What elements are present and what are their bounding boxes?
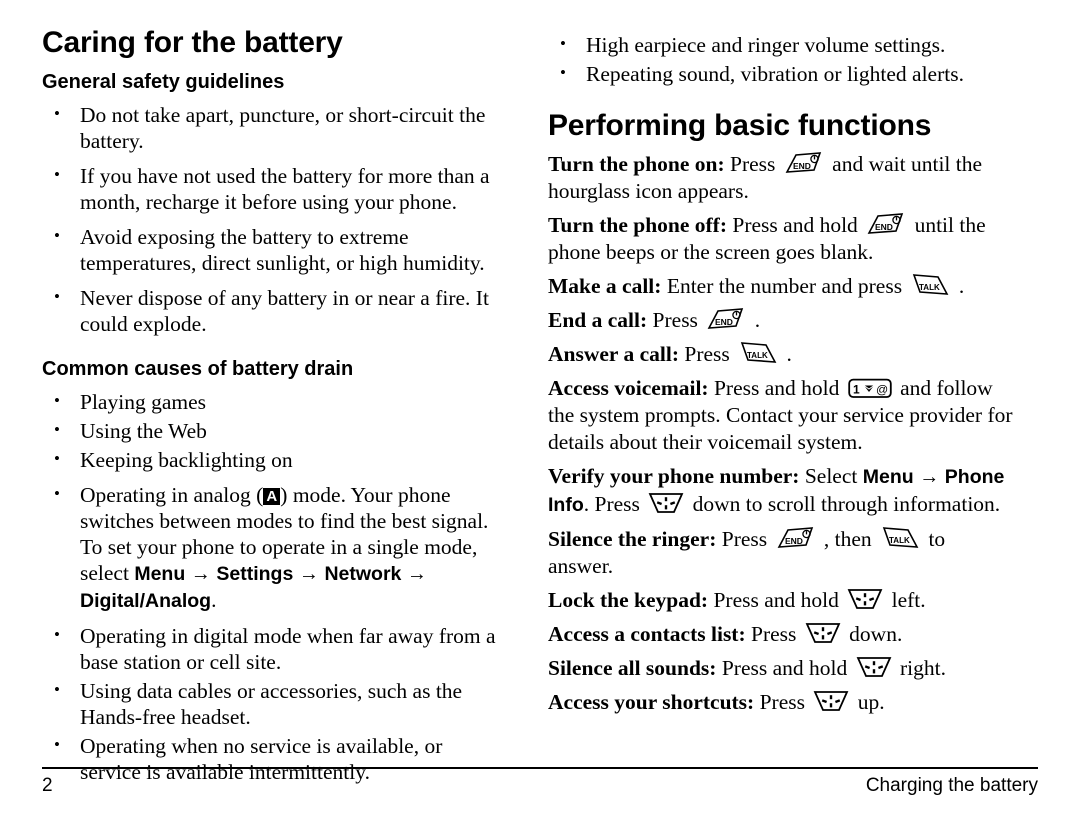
section-heading-general-safety: General safety guidelines: [42, 71, 285, 93]
function-instruction: Lock the keypad: Press and hold left.: [548, 587, 926, 612]
svg-text:END: END: [715, 317, 733, 327]
talk-key-icon: TALK: [910, 273, 950, 297]
function-label: Access a contacts list:: [548, 622, 746, 646]
drain-continued-bullet-list: High earpiece and ringer volume settings…: [548, 31, 1014, 87]
function-label: Lock the keypad:: [548, 588, 709, 612]
function-instruction: End a call: Press END .: [548, 307, 761, 332]
list-item: Repeating sound, vibration or lighted al…: [548, 60, 1014, 87]
function-label: End a call:: [548, 308, 648, 332]
menu-path-item: Digital/Analog: [80, 590, 212, 612]
end-key-icon: END: [706, 307, 746, 331]
function-instruction: Access a contacts list: Press down.: [548, 621, 903, 646]
svg-text:1: 1: [853, 383, 860, 397]
end-key-icon: END: [866, 212, 906, 236]
function-instruction: Access your shortcuts: Press up.: [548, 689, 885, 714]
menu-path-item: Menu: [134, 563, 186, 585]
list-item-analog-mode: Operating in analog (A) mode. Your phone…: [42, 481, 508, 614]
section-heading-battery-drain: Common causes of battery drain: [42, 358, 354, 380]
arrow-icon: →: [913, 466, 945, 488]
basic-functions-list: Turn the phone on: Press END and wait un…: [548, 151, 1014, 716]
talk-key-icon: TALK: [738, 341, 778, 365]
function-instruction: Access voicemail: Press and hold 1 @ and …: [548, 376, 1013, 454]
menu-path-item: Menu: [862, 466, 914, 488]
function-label: Verify your phone number:: [548, 464, 800, 488]
function-instruction: Silence all sounds: Press and hold right…: [548, 655, 946, 680]
talk-key-icon: TALK: [880, 526, 920, 550]
function-instruction: Silence the ringer: Press END , then TAL…: [548, 526, 946, 578]
svg-text:@: @: [876, 383, 888, 397]
list-item: Using the Web: [42, 417, 508, 444]
function-label: Answer a call:: [548, 342, 679, 366]
list-item: Avoid exposing the battery to extreme te…: [42, 223, 508, 276]
list-item: Operating in digital mode when far away …: [42, 622, 508, 675]
function-instruction: Make a call: Enter the number and press …: [548, 273, 965, 298]
nav-key-icon: [813, 689, 849, 713]
list-item: Never dispose of any battery in or near …: [42, 284, 508, 337]
left-column: Caring for the battery General safety gu…: [42, 26, 508, 784]
right-column: High earpiece and ringer volume settings…: [548, 26, 1014, 764]
svg-text:END: END: [875, 222, 893, 232]
voicemail-key-icon: 1 @: [848, 378, 892, 399]
general-safety-bullet-list: Do not take apart, puncture, or short-ci…: [42, 101, 508, 337]
analog-mode-badge: A: [263, 488, 281, 505]
battery-drain-bullet-list: Playing gamesUsing the WebKeeping backli…: [42, 388, 508, 785]
footer-chapter-label: Charging the battery: [865, 775, 1038, 796]
svg-text:END: END: [793, 161, 811, 171]
document-page: Caring for the battery General safety gu…: [0, 0, 1080, 839]
list-item: High earpiece and ringer volume settings…: [548, 31, 1014, 58]
nav-key-icon: [856, 655, 892, 679]
menu-path-item: Settings: [216, 563, 294, 585]
arrow-icon: →: [293, 563, 325, 585]
section-title-basic-functions: Performing basic functions: [548, 109, 932, 142]
end-key-icon: END: [776, 526, 816, 550]
list-item: If you have not used the battery for mor…: [42, 162, 508, 215]
svg-text:TALK: TALK: [889, 536, 910, 545]
arrow-icon: →: [401, 563, 427, 585]
function-instruction: Verify your phone number: Select Menu → …: [548, 464, 1005, 516]
two-column-body: Caring for the battery General safety gu…: [42, 26, 1038, 784]
end-key-icon: END: [784, 151, 824, 175]
page-title: Caring for the battery: [42, 26, 343, 59]
function-label: Turn the phone on:: [548, 152, 725, 176]
function-label: Silence all sounds:: [548, 656, 717, 680]
footer-rule: [42, 767, 1038, 769]
svg-text:TALK: TALK: [919, 283, 940, 292]
page-footer: 2 Charging the battery: [42, 767, 1038, 797]
menu-path-item: Network: [324, 563, 402, 585]
arrow-icon: →: [185, 563, 217, 585]
function-label: Silence the ringer:: [548, 527, 717, 551]
nav-key-icon: [847, 587, 883, 611]
svg-text:TALK: TALK: [747, 351, 768, 360]
nav-key-icon: [805, 621, 841, 645]
list-item: Do not take apart, puncture, or short-ci…: [42, 101, 508, 154]
function-label: Access your shortcuts:: [548, 690, 755, 714]
function-instruction: Answer a call: Press TALK .: [548, 341, 792, 366]
list-item: Using data cables or accessories, such a…: [42, 677, 508, 730]
list-item: Keeping backlighting on: [42, 446, 508, 473]
function-instruction: Turn the phone on: Press END and wait un…: [548, 151, 983, 203]
function-label: Access voicemail:: [548, 376, 709, 400]
svg-text:END: END: [785, 536, 803, 546]
function-label: Make a call:: [548, 274, 662, 298]
page-number: 2: [42, 775, 53, 796]
list-item: Playing games: [42, 388, 508, 415]
function-instruction: Turn the phone off: Press and hold END u…: [548, 212, 986, 264]
nav-key-icon: [648, 491, 684, 515]
function-label: Turn the phone off:: [548, 213, 728, 237]
